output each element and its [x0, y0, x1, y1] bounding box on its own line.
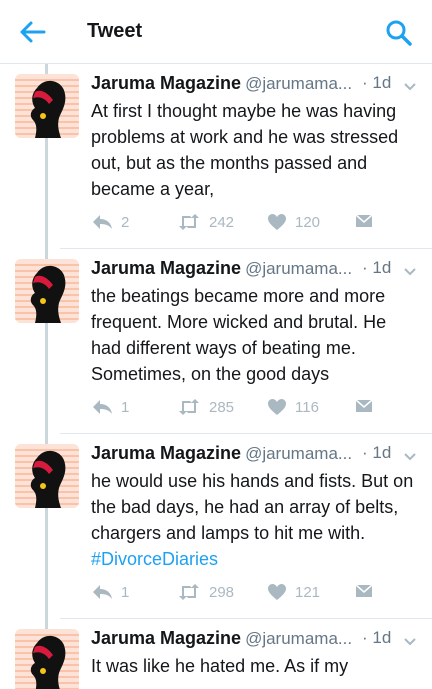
reply-button[interactable]: 1 [91, 395, 129, 419]
tweet-text: It was like he hated me. As if my [91, 653, 421, 679]
search-icon[interactable] [384, 18, 414, 48]
tweet-text-body: the beatings became more and more freque… [91, 286, 387, 384]
tweet-text-body: he would use his hands and fists. But on… [91, 471, 414, 543]
retweet-icon [179, 214, 199, 230]
envelope-icon [355, 214, 373, 227]
heart-icon [268, 214, 286, 230]
retweet-button[interactable]: 285 [177, 395, 234, 419]
avatar[interactable] [15, 629, 79, 689]
reply-icon [93, 400, 112, 414]
author-name[interactable]: Jaruma Magazine [91, 443, 241, 463]
tweet-text-body: It was like he hated me. As if my [91, 656, 349, 676]
like-button[interactable]: 121 [267, 580, 320, 604]
author-name[interactable]: Jaruma Magazine [91, 258, 241, 278]
chevron-down-icon[interactable] [402, 630, 418, 646]
avatar[interactable] [15, 444, 79, 508]
retweet-count: 285 [209, 398, 235, 416]
retweet-icon [179, 399, 199, 415]
author-handle[interactable]: @jarumama... [245, 74, 352, 93]
envelope-icon [355, 399, 373, 412]
back-arrow-icon[interactable] [18, 18, 50, 46]
retweet-count: 242 [209, 213, 235, 231]
tweet-header: Jaruma Magazine @jarumama... · 1d [91, 255, 421, 281]
tweet-header: Jaruma Magazine @jarumama... · 1d [91, 440, 421, 466]
reply-icon [93, 215, 112, 229]
tweet-header: Jaruma Magazine @jarumama... · 1d [91, 625, 421, 651]
like-button[interactable]: 116 [267, 395, 319, 419]
tweet-text-body: At first I thought maybe he was having p… [91, 101, 399, 199]
chevron-down-icon[interactable] [402, 445, 418, 461]
tweet-text: At first I thought maybe he was having p… [91, 98, 421, 202]
hashtag-link[interactable]: #DivorceDiaries [91, 549, 218, 569]
author-name[interactable]: Jaruma Magazine [91, 73, 241, 93]
tweet-timestamp[interactable]: · 1d [362, 625, 391, 651]
reply-count: 2 [121, 213, 130, 231]
tweet-thread: Jaruma Magazine @jarumama... · 1d At firs… [0, 64, 432, 689]
retweet-button[interactable]: 242 [177, 210, 234, 234]
envelope-icon [355, 584, 373, 597]
tweet-actions: 2 242 120 [91, 210, 391, 234]
reply-count: 1 [121, 398, 130, 416]
like-count: 121 [295, 583, 321, 601]
reply-count: 1 [121, 583, 130, 601]
avatar[interactable] [15, 74, 79, 138]
tweet-timestamp[interactable]: · 1d [362, 440, 391, 466]
chevron-down-icon[interactable] [402, 75, 418, 91]
tweet[interactable]: Jaruma Magazine @jarumama... · 1d the bea… [0, 249, 432, 434]
tweet-timestamp[interactable]: · 1d [362, 255, 391, 281]
app-header: Tweet [0, 0, 432, 64]
heart-icon [268, 584, 286, 600]
author-handle[interactable]: @jarumama... [245, 444, 352, 463]
tweet-actions: 1 285 116 [91, 395, 391, 419]
like-count: 116 [295, 398, 319, 416]
tweet-timestamp[interactable]: · 1d [362, 70, 391, 96]
direct-message-button[interactable] [355, 580, 373, 604]
tweet-actions: 1 298 121 [91, 580, 391, 604]
author-handle[interactable]: @jarumama... [245, 629, 352, 648]
reply-button[interactable]: 2 [91, 210, 129, 234]
tweet-text: the beatings became more and more freque… [91, 283, 421, 387]
retweet-count: 298 [209, 583, 235, 601]
tweet-header: Jaruma Magazine @jarumama... · 1d [91, 70, 421, 96]
like-button[interactable]: 120 [267, 210, 320, 234]
author-name[interactable]: Jaruma Magazine [91, 628, 241, 648]
author-handle[interactable]: @jarumama... [245, 259, 352, 278]
direct-message-button[interactable] [355, 395, 373, 419]
direct-message-button[interactable] [355, 210, 373, 234]
chevron-down-icon[interactable] [402, 260, 418, 276]
tweet[interactable]: Jaruma Magazine @jarumama... · 1d At firs… [0, 64, 432, 249]
reply-icon [93, 585, 112, 599]
tweet-text: he would use his hands and fists. But on… [91, 468, 421, 572]
heart-icon [268, 399, 286, 415]
like-count: 120 [295, 213, 321, 231]
tweet[interactable]: Jaruma Magazine @jarumama... · 1d It was … [0, 619, 432, 689]
reply-button[interactable]: 1 [91, 580, 129, 604]
retweet-button[interactable]: 298 [177, 580, 234, 604]
retweet-icon [179, 584, 199, 600]
avatar[interactable] [15, 259, 79, 323]
page-title: Tweet [87, 20, 143, 42]
tweet[interactable]: Jaruma Magazine @jarumama... · 1d he woul… [0, 434, 432, 619]
